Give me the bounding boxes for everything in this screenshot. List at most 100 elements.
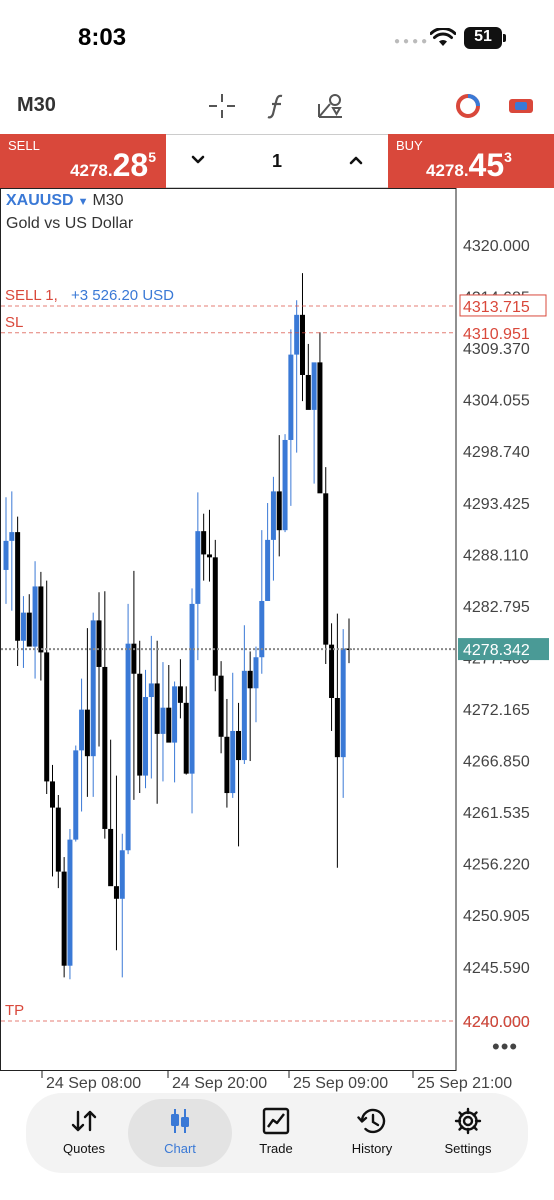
chart-icon <box>171 1109 189 1133</box>
candle-body <box>189 603 195 774</box>
price-chart[interactable]: 4320.0004314.6854309.3704304.0554298.740… <box>0 188 554 1093</box>
candle-body <box>113 886 119 899</box>
candle-body <box>90 620 96 757</box>
y-tick-label: 4256.220 <box>463 857 530 874</box>
buy-button[interactable]: BUY 4278.453 <box>388 134 554 188</box>
bottom-nav: Quotes Chart Trade History Settings <box>26 1093 528 1173</box>
one-click-trading-icon[interactable] <box>506 92 536 120</box>
candle-body <box>317 362 323 494</box>
objects-icon[interactable] <box>316 92 346 120</box>
candle-body <box>38 586 44 653</box>
trading-signals-icon[interactable] <box>453 92 483 120</box>
y-tick-label: 4261.535 <box>463 805 530 822</box>
tp-label: TP <box>5 1002 24 1019</box>
sell-label: SELL <box>8 138 40 153</box>
candle-body <box>265 539 271 601</box>
buy-price: 4278.453 <box>426 147 512 184</box>
tp-price-label: 4240.000 <box>463 1014 530 1031</box>
candle-body <box>247 670 253 689</box>
timeframe-selector[interactable]: M30 <box>17 94 56 117</box>
y-tick-label: 4272.165 <box>463 702 530 719</box>
indicators-icon[interactable] <box>262 92 292 120</box>
tab-trade[interactable]: Trade <box>224 1099 328 1167</box>
y-tick-label: 4304.055 <box>463 393 530 410</box>
candle-body <box>299 314 305 375</box>
candle-body <box>294 314 300 355</box>
candle-body <box>183 702 189 774</box>
candle-body <box>311 362 317 410</box>
candle-body <box>334 697 340 758</box>
candle-body <box>270 491 276 540</box>
x-tick-label: 25 Sep 09:00 <box>293 1075 388 1092</box>
candle-body <box>50 781 56 808</box>
chart-timeframe: M30 <box>92 192 124 209</box>
candle-body <box>282 439 288 531</box>
crosshair-icon[interactable] <box>207 92 237 120</box>
candle-body <box>44 652 50 782</box>
wifi-icon <box>430 28 456 46</box>
candle-body <box>26 612 32 647</box>
sell-price: 4278.285 <box>70 147 156 184</box>
candle-body <box>143 697 149 776</box>
candle-body <box>84 709 90 757</box>
y-tick-label: 4293.425 <box>463 496 530 513</box>
candle-body <box>172 686 178 743</box>
candle-body <box>323 493 329 645</box>
sell-button[interactable]: SELL 4278.285 <box>0 134 166 188</box>
y-tick-label: 4250.905 <box>463 908 530 925</box>
y-tick-label: 4245.590 <box>463 960 530 977</box>
candle-body <box>73 750 79 840</box>
position-label: SELL 1, <box>5 287 58 304</box>
history-icon <box>357 1108 386 1134</box>
sl-price-label: 4310.951 <box>463 326 530 343</box>
quotes-icon <box>71 1110 97 1132</box>
x-tick-label: 25 Sep 21:00 <box>417 1075 512 1092</box>
candle-body <box>201 531 207 555</box>
tab-settings[interactable]: Settings <box>416 1099 520 1167</box>
candle-body <box>206 554 212 558</box>
tab-history-label: History <box>351 1141 393 1156</box>
buy-label: BUY <box>396 138 423 153</box>
position-profit: +3 526.20 USD <box>71 287 174 304</box>
tab-chart-label: Chart <box>164 1141 196 1156</box>
y-tick-label: 4282.795 <box>463 599 530 616</box>
tab-history[interactable]: History <box>320 1099 424 1167</box>
battery-level: 51 <box>474 28 492 45</box>
tab-quotes-label: Quotes <box>63 1141 105 1156</box>
candle-body <box>160 707 166 734</box>
symbol-header[interactable]: XAUUSD ▼ M30 <box>6 192 124 210</box>
tab-quotes[interactable]: Quotes <box>32 1099 136 1167</box>
candle-body <box>9 532 15 541</box>
candle-body <box>61 871 67 966</box>
sl-label: SL <box>5 314 23 331</box>
candle-body <box>177 686 183 703</box>
candle-body <box>15 532 21 641</box>
chevron-up-icon[interactable] <box>344 148 368 172</box>
tab-trade-label: Trade <box>259 1141 293 1156</box>
candle-body <box>154 683 160 734</box>
buy-price-main: 4278. <box>426 161 469 180</box>
y-tick-label: 4298.740 <box>463 444 530 461</box>
tab-chart[interactable]: Chart <box>128 1099 232 1167</box>
x-tick-label: 24 Sep 08:00 <box>46 1075 141 1092</box>
candle-body <box>195 531 201 604</box>
candle-body <box>241 670 247 761</box>
current-price-label: 4278.342 <box>463 642 530 659</box>
candle-body <box>329 644 335 698</box>
candle-body <box>125 643 131 851</box>
sell-price-main: 4278. <box>70 161 113 180</box>
candle-body <box>276 491 282 531</box>
candle-body <box>67 839 73 966</box>
more-icon[interactable]: ••• <box>492 1034 518 1060</box>
x-tick-label: 24 Sep 20:00 <box>172 1075 267 1092</box>
candle-body <box>148 683 154 698</box>
candle-body <box>96 620 102 667</box>
buy-price-big: 45 <box>468 147 505 183</box>
candle-body <box>3 540 9 570</box>
buy-price-sup: 3 <box>504 149 512 165</box>
status-time: 8:03 <box>78 24 127 51</box>
candle-body <box>119 850 125 899</box>
candle-body <box>20 612 26 641</box>
candle-body <box>288 354 294 440</box>
candlestick-chart[interactable]: 4320.0004314.6854309.3704304.0554298.740… <box>0 188 554 1093</box>
